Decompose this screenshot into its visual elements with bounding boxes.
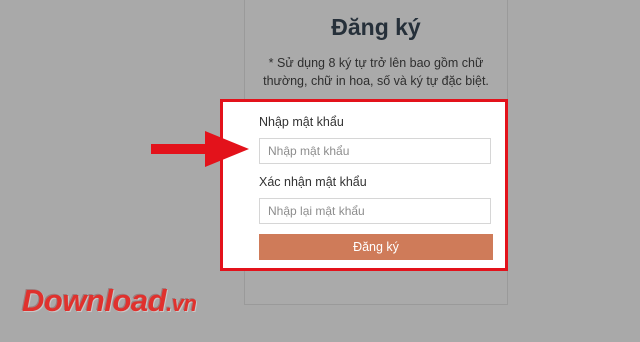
password-form-highlight: Nhập mật khẩu Xác nhận mật khẩu Đăng ký	[220, 99, 508, 271]
page-title: Đăng ký	[331, 14, 421, 40]
confirm-password-label: Xác nhận mật khẩu	[259, 175, 367, 189]
download-vn-logo: Download.vn	[22, 283, 197, 319]
password-requirements-note: * Sử dụng 8 ký tự trở lên bao gồm chữ th…	[263, 56, 489, 88]
password-input[interactable]	[259, 138, 491, 164]
arrow-right-icon	[151, 131, 249, 167]
password-label: Nhập mật khẩu	[259, 115, 344, 129]
watermark-suffix: .vn	[166, 291, 197, 316]
signup-button[interactable]: Đăng ký	[259, 234, 493, 260]
confirm-password-input[interactable]	[259, 198, 491, 224]
watermark-name: Download	[22, 283, 167, 318]
